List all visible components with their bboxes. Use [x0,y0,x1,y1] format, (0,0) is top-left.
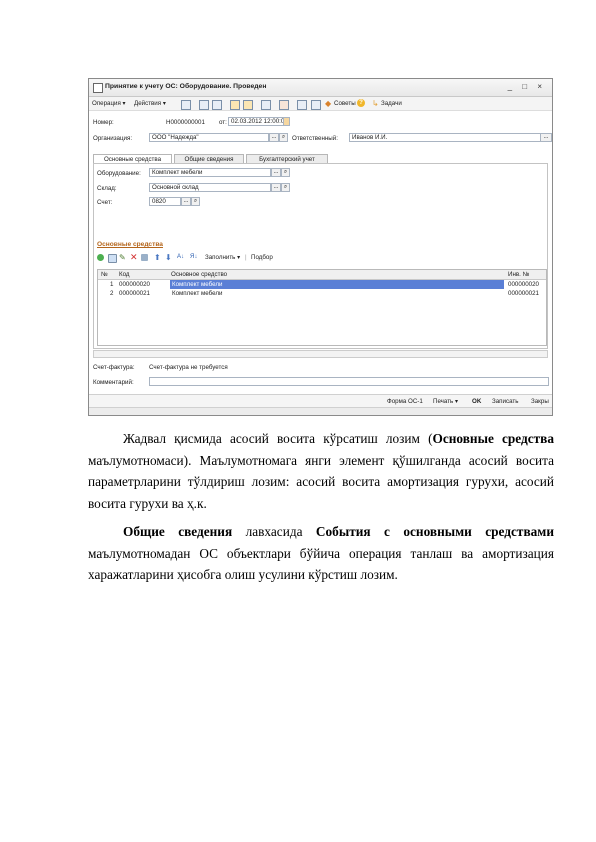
menu-operation[interactable]: Операция ▾ [92,100,126,107]
account-field[interactable]: 0820 [149,197,181,206]
date-field[interactable]: 02.03.2012 12:00:00 [228,117,284,126]
refresh-icon[interactable] [181,100,191,110]
window-title: Принятие к учету ОС: Оборудование. Прове… [105,83,267,90]
copy-icon[interactable] [199,100,209,110]
copy-row-icon[interactable] [108,254,117,263]
assets-table: № Код Основное средство Инв. № 1 0000000… [97,269,547,346]
toolbar-divider: | [245,254,247,261]
menu-advice[interactable]: Советы [334,100,356,107]
select-button[interactable]: Подбор [251,254,273,261]
p2-text-a: лавхасида [232,524,316,539]
window-controls[interactable]: _ □ × [508,82,546,91]
table-row[interactable]: 2 000000021 Комплект мебели 000000021 [98,289,546,298]
fill-button[interactable]: Заполнить ▾ [205,254,240,261]
move-down-icon[interactable]: ⬇ [165,254,172,262]
organization-label: Организация: [93,135,133,142]
equipment-select-button[interactable]: ... [271,168,281,177]
bottom-bar: Форма ОС-1 Печать ▾ OK Записать Закры [89,394,552,408]
organization-select-button[interactable]: ... [269,133,279,142]
help-icon[interactable]: ? [357,99,365,107]
list-icon[interactable] [311,100,321,110]
ok-button[interactable]: OK [472,398,481,405]
responsible-select-button[interactable]: ... [540,133,552,142]
window-scrollbar[interactable] [89,407,552,415]
number-value[interactable]: Н0000000001 [166,119,205,126]
p2-bold-1: Общие сведения [123,524,233,539]
account-label: Счет: [97,199,113,206]
responsible-label: Ответственный: [292,135,338,142]
warehouse-label: Склад: [97,185,117,192]
menu-actions[interactable]: Действия ▾ [134,100,166,107]
close-button[interactable]: Закры [531,398,549,405]
paragraph-2: Общие сведения лавхасида События с основ… [88,521,554,586]
document-window: Принятие к учету ОС: Оборудование. Прове… [88,78,553,416]
menu-tasks[interactable]: Задачи [381,100,402,107]
row-number: 1 [110,281,114,288]
account-select-button[interactable]: ... [181,197,191,206]
sort-asc-icon[interactable]: A↓ [177,254,184,261]
sort-desc-icon[interactable]: Я↓ [190,254,197,261]
organization-search-icon[interactable]: ⌕ [279,133,288,142]
document-icon [93,83,103,93]
form-os1-button[interactable]: Форма ОС-1 [387,398,423,405]
organization-field[interactable]: ООО "Надежда" [149,133,269,142]
add-icon[interactable] [97,254,104,261]
row-inv: 000000020 [508,281,539,288]
warehouse-search-icon[interactable]: ⌕ [281,183,290,192]
row-inv: 000000021 [508,290,539,297]
invoice-value[interactable]: Счет-фактура не требуется [149,364,228,371]
responsible-field[interactable]: Иванов И.И. [349,133,541,142]
structure-icon[interactable] [261,100,271,110]
advice-icon: ◆ [325,99,332,108]
p1-bold: Основные средства [432,431,555,446]
p1-text-a: Жадвал қисмида асосий восита кўрсатиш ло… [123,431,433,446]
unpost-icon[interactable] [243,100,253,110]
col-code[interactable]: Код [119,271,130,278]
row-code: 000000020 [119,281,150,288]
row-asset[interactable]: Комплект мебели [172,281,222,288]
comment-field[interactable] [149,377,549,386]
paragraph-1: Жадвал қисмида асосий восита кўрсатиш ло… [88,428,554,514]
table-row[interactable]: 1 000000020 Комплект мебели 000000020 [98,280,546,289]
horizontal-scrollbar[interactable] [93,350,548,358]
row-asset[interactable]: Комплект мебели [172,290,222,297]
row-number: 2 [110,290,114,297]
print-icon[interactable] [212,100,222,110]
post-icon[interactable] [230,100,240,110]
edit-icon[interactable]: ✎ [119,254,126,262]
col-inv[interactable]: Инв. № [508,271,529,278]
section-title: Основные средства [97,241,163,248]
end-edit-icon[interactable] [141,254,148,261]
table-header: № Код Основное средство Инв. № [98,270,546,280]
p2-text-b: маълумотномадан ОС объектлари бўйича опе… [88,545,554,583]
date-label: от: [219,119,227,126]
save-button[interactable]: Записать [492,398,518,405]
calendar-icon[interactable] [283,117,290,126]
p1-text-b: маълумотномаси). Маълумотномага янги эле… [88,452,554,511]
warehouse-field[interactable]: Основной склад [149,183,271,192]
comment-label: Комментарий: [93,379,134,386]
p2-bold-2: События с основными средствами [315,524,554,539]
report-icon[interactable] [297,100,307,110]
invoice-label: Счет-фактура: [93,364,135,371]
col-number[interactable]: № [101,271,108,278]
col-asset[interactable]: Основное средство [171,271,227,278]
print-button[interactable]: Печать ▾ [433,398,458,405]
window-titlebar: Принятие к учету ОС: Оборудование. Прове… [89,79,552,97]
tasks-icon: ↳ [372,99,379,108]
number-label: Номер: [93,119,114,126]
move-up-icon[interactable]: ⬆ [154,254,161,262]
equipment-field[interactable]: Комплект мебели [149,168,271,177]
row-code: 000000021 [119,290,150,297]
warehouse-select-button[interactable]: ... [271,183,281,192]
equipment-search-icon[interactable]: ⌕ [281,168,290,177]
equipment-label: Оборудование: [97,170,141,177]
account-search-icon[interactable]: ⌕ [191,197,200,206]
delete-icon[interactable]: ✕ [130,253,138,262]
menu-bar: Операция ▾ Действия ▾ ◆ Советы ? ↳ Задач… [89,97,552,111]
dt-kt-icon[interactable] [279,100,289,110]
